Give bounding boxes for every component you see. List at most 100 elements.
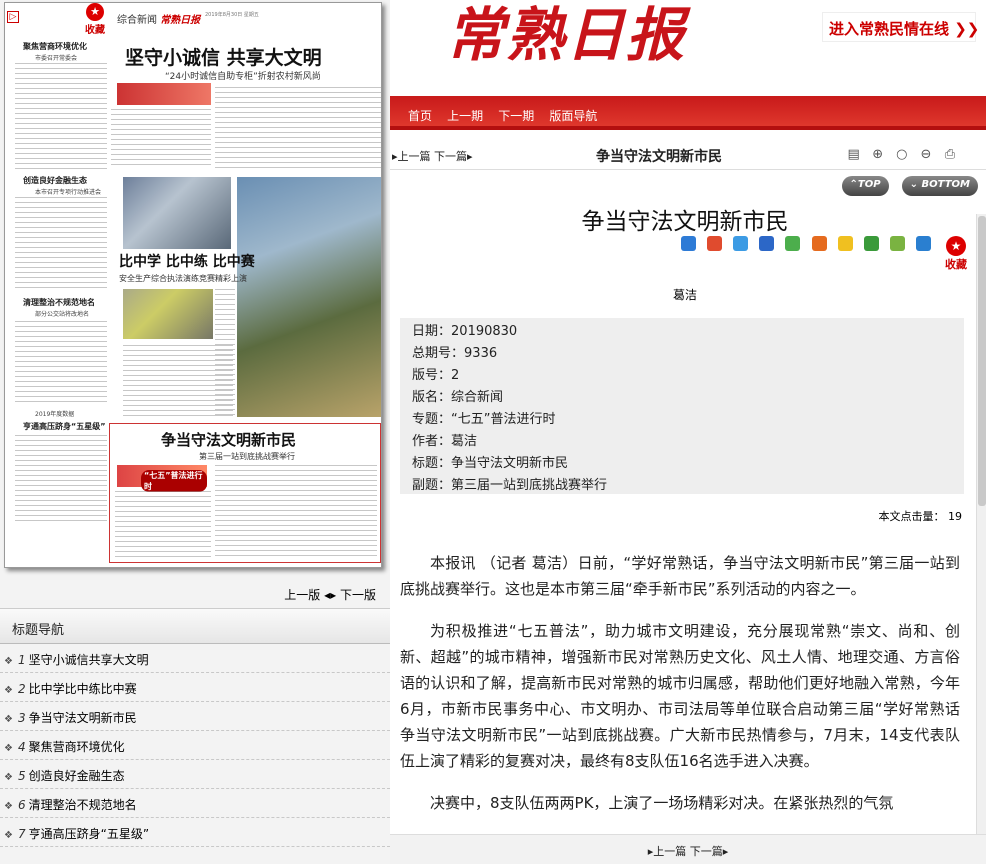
masthead: 常熟日报 进入常熟民情在线 ❯❯ [390,0,986,96]
article-favorite-button[interactable]: ★ 收藏 [942,236,970,272]
up-arrow-icon: ⌃ [849,179,858,190]
top-button[interactable]: ⌃TOP [841,176,889,196]
thumbnail-headline-2-sub: 安全生产综合执法演练竞赛精彩上演 [119,274,247,283]
meta-row: 专题：“七五”普法进行时 [412,412,556,427]
article-prevnext: ▸上一篇 下一篇▸ [392,148,473,164]
diamond-bullet-icon: ❖ [4,743,13,754]
thumbnail-photo [123,177,231,249]
thumbnail-banner-image [117,83,211,105]
next-arrow-icon[interactable]: ▸ [723,845,729,858]
title-nav-item[interactable]: ❖ 2 比中学比中练比中赛 [0,673,390,702]
prev-article-link[interactable]: 上一篇 [398,150,431,163]
share-kaixin-icon[interactable] [889,236,905,251]
scroll-shortcuts: ⌃TOP ⌄ BOTTOM [834,172,978,196]
share-bar: ★ 收藏 [675,236,970,272]
title-nav-item[interactable]: ❖ 5 创造良好金融生态 [0,760,390,789]
thumbnail-section-header: 综合新闻 常熟日报 [117,11,200,26]
thumbnail-photo [237,177,381,417]
thumbnail-headline-1[interactable]: 坚守小诚信 共享大文明 [125,43,322,70]
share-star-icon[interactable] [837,236,853,251]
thumbnail-date: 2019年8月30日 星期五 [205,12,259,18]
notepad-icon[interactable]: ▤ [846,147,862,163]
share-count-icon[interactable] [915,236,931,251]
newspaper-logo[interactable]: 常熟日报 [446,6,686,64]
title-nav-item[interactable]: ❖ 1 坚守小诚信共享大文明 [0,644,390,673]
article-metadata: 日期：20190830 总期号：9336 版号：2 版名：综合新闻 专题：“七五… [400,318,964,494]
article-toolbar: ▸上一篇 下一篇▸ 争当守法文明新市民 ▤ ⊕ ○ ⊖ ⎙ [390,140,986,170]
meta-row: 作者：葛洁 [412,434,478,449]
left-panel: ▷ ★ 收藏 综合新闻 常熟日报 2019年8月30日 星期五 坚守小诚信 共享… [0,0,390,864]
star-icon: ★ [946,236,966,256]
thumbnail-headline-2[interactable]: 比中学 比中练 比中赛 [119,251,255,271]
article-paragraph: 为积极推进“七五普法”，助力城市文明建设，充分展现常熟“崇文、尚和、创新、超越”… [400,622,960,770]
share-more-icon[interactable] [681,236,697,251]
next-arrow-icon[interactable]: ▸ [330,588,336,602]
meta-row: 标题：争当守法文明新市民 [412,456,569,471]
share-douban-icon[interactable] [863,236,879,251]
meta-row: 日期：20190830 [412,324,518,339]
thumbnail-section-name: 综合新闻 [117,15,157,26]
article-content: 争当守法文明新市民 ★ 收藏 葛洁 日期：20190830 总期号：9336 版号… [400,196,970,830]
title-nav-item[interactable]: ❖ 6 清理整治不规范地名 [0,789,390,818]
thumbnail-side-subhead: 市委召开常委会 [35,55,78,62]
nav-home[interactable]: 首页 [408,107,432,124]
meta-row: 版号：2 [412,368,460,383]
nav-page-navigation[interactable]: 版面导航 [549,107,597,124]
main-navbar: 首页 上一期 下一期 版面导航 [390,96,986,130]
scrollbar[interactable] [976,214,986,834]
print-icon[interactable]: ⎙ [942,147,958,163]
zoom-reset-icon[interactable]: ○ [894,147,910,163]
share-wechat-icon[interactable] [785,236,801,251]
favorite-label: 收藏 [85,25,105,36]
click-count: 本文点击量： 19 [878,510,963,523]
share-renren-icon[interactable] [759,236,775,251]
title-nav-item[interactable]: ❖ 3 争当守法文明新市民 [0,702,390,731]
enter-minqing-link[interactable]: 进入常熟民情在线 ❯❯ [822,12,979,42]
thumbnail-side-headline[interactable]: 创造良好金融生态 [23,175,87,186]
thumbnail-side-headline[interactable]: 清理整治不规范地名 [23,297,95,308]
thumbnail-photo [123,289,213,339]
thumbnail-side-headline[interactable]: 聚焦营商环境优化 [23,41,87,52]
zoom-out-icon[interactable]: ⊖ [918,147,934,163]
diamond-bullet-icon: ❖ [4,801,13,812]
thumbnail-side-subhead: 本市召开专项行动推进会 [35,189,102,196]
share-tqq-icon[interactable] [811,236,827,251]
next-page-link[interactable]: 下一版 [340,588,376,602]
page-pager: 上一版 ◂▸ 下一版 [284,586,376,603]
meta-row: 副题：第三届一站到底挑战赛举行 [412,478,608,493]
toolbar-article-title: 争当守法文明新市民 [596,149,722,165]
thumbnail-banner-text: “七五”普法进行时 [141,470,207,492]
expand-arrow-icon[interactable]: ▷ [7,11,19,23]
title-nav-item[interactable]: ❖ 4 聚焦营商环境优化 [0,731,390,760]
zoom-in-icon[interactable]: ⊕ [870,147,886,163]
diamond-bullet-icon: ❖ [4,830,13,841]
footer-prev-article[interactable]: 上一篇 [653,845,686,858]
scrollbar-thumb[interactable] [978,216,986,506]
title-navigation: 标题导航 ❖ 1 坚守小诚信共享大文明 ❖ 2 比中学比中练比中赛 ❖ 3 争当守法文明新市… [0,608,390,847]
thumbnail-paper-name: 常熟日报 [160,15,201,26]
nav-prev-issue[interactable]: 上一期 [447,107,483,124]
nav-next-issue[interactable]: 下一期 [498,107,534,124]
thumbnail-side-subhead: 部分公交站将改地名 [35,311,90,318]
thumbnail-side-subhead: 2019年度数据 [35,411,75,418]
reading-tools: ▤ ⊕ ○ ⊖ ⎙ [843,144,958,163]
article-author: 葛洁 [672,288,697,302]
diamond-bullet-icon: ❖ [4,772,13,783]
meta-row: 总期号：9336 [412,346,498,361]
thumbnail-side-headline[interactable]: 亨通高压跻身“五星级” [23,421,106,432]
title-nav-item[interactable]: ❖ 7 亨通高压跻身“五星级” [0,818,390,847]
prev-page-link[interactable]: 上一版 [284,588,320,602]
next-article-link[interactable]: 下一篇 [434,150,467,163]
footer-next-article[interactable]: 下一篇 [690,845,723,858]
bottom-button[interactable]: ⌄ BOTTOM [901,176,978,196]
share-weibo-icon[interactable] [707,236,723,251]
diamond-bullet-icon: ❖ [4,714,13,725]
next-arrow-icon[interactable]: ▸ [467,150,473,163]
footer-pager: ▸上一篇 下一篇▸ [390,834,986,864]
page-thumbnail[interactable]: ▷ ★ 收藏 综合新闻 常熟日报 2019年8月30日 星期五 坚守小诚信 共享… [4,2,382,568]
thumbnail-banner-image: “七五”普法进行时 [117,465,207,492]
thumbnail-headline-3[interactable]: 争当守法文明新市民 [161,429,296,450]
article-panel: 常熟日报 进入常熟民情在线 ❯❯ 首页 上一期 下一期 版面导航 ▸ 上一篇 下一… [390,0,986,864]
share-qzone-icon[interactable] [733,236,749,251]
thumbnail-favorite-button[interactable]: ★ 收藏 [75,3,115,37]
